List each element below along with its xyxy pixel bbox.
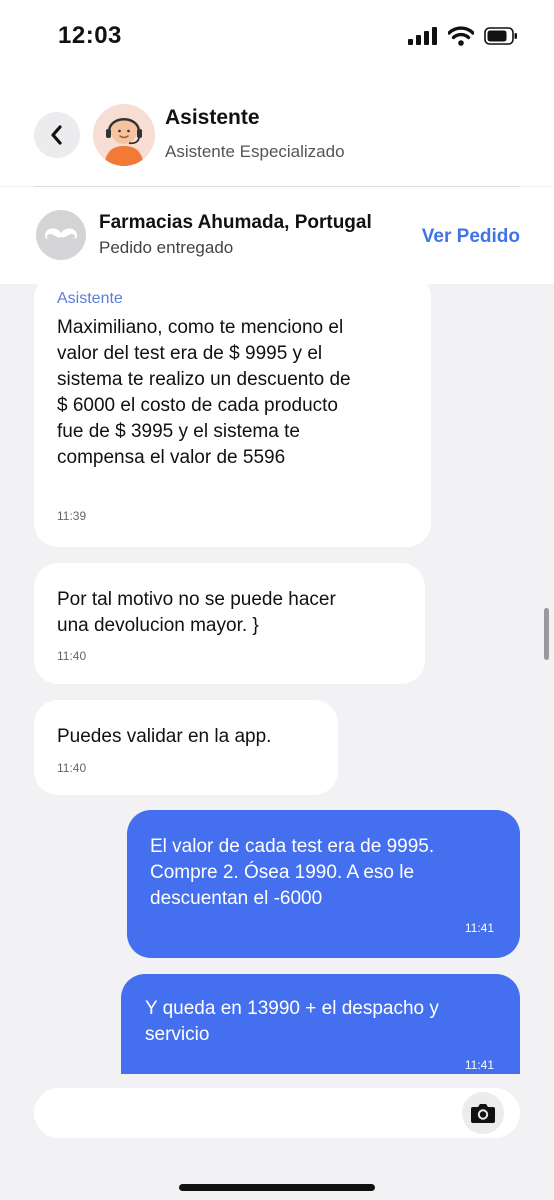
input-bar: [0, 1074, 554, 1200]
status-bar: 12:03: [0, 0, 554, 78]
camera-button[interactable]: [462, 1092, 504, 1134]
chat-header: Asistente Asistente Especializado: [0, 78, 554, 186]
cellular-signal-icon: [408, 27, 437, 45]
battery-icon: [484, 27, 517, 45]
store-logo: [36, 210, 86, 260]
order-status: Pedido entregado: [99, 238, 234, 257]
message-text: Por tal motivo no se puede hacer una dev…: [57, 589, 336, 636]
order-bar: Farmacias Ahumada, Portugal Pedido entre…: [0, 187, 554, 284]
camera-icon: [471, 1104, 495, 1123]
store-name: Farmacias Ahumada, Portugal: [99, 212, 372, 233]
message-sender: Asistente: [57, 290, 123, 307]
wifi-icon: [448, 26, 474, 46]
mustache-logo-icon: [44, 228, 78, 239]
message-time: 11:41: [464, 921, 494, 935]
chevron-left-icon: [51, 125, 62, 145]
message-bubble-outgoing: El valor de cada test era de 9995. Compr…: [127, 810, 520, 958]
message-text: El valor de cada test era de 9995. Compr…: [150, 836, 435, 909]
assistant-avatar: [93, 104, 155, 166]
message-bubble-incoming: Por tal motivo no se puede hacer una dev…: [34, 563, 425, 684]
status-icons: [408, 26, 518, 46]
message-bubble-outgoing: Y queda en 13990 + el despacho y servici…: [121, 974, 520, 1074]
message-input[interactable]: [34, 1088, 520, 1138]
message-time: 11:41: [464, 1058, 494, 1072]
scrollbar-thumb[interactable]: [544, 608, 549, 660]
message-time: 11:40: [57, 649, 87, 663]
message-text: Y queda en 13990 + el despacho y servici…: [145, 998, 439, 1045]
status-time: 12:03: [58, 22, 122, 49]
message-text: Maximiliano, como te menciono el valor d…: [57, 317, 351, 468]
home-indicator: [179, 1184, 375, 1191]
message-bubble-incoming: Asistente Maximiliano, como te menciono …: [34, 284, 431, 547]
assistant-avatar-icon: [104, 118, 144, 166]
message-text: Puedes validar en la app.: [57, 726, 272, 747]
header-subtitle: Asistente Especializado: [165, 142, 345, 161]
message-time: 11:40: [57, 761, 87, 775]
message-bubble-incoming: Puedes validar en la app. 11:40: [34, 700, 338, 795]
chat-messages[interactable]: Asistente Maximiliano, como te menciono …: [0, 284, 554, 1074]
header-title: Asistente: [165, 106, 260, 129]
message-time: 11:39: [57, 509, 87, 523]
view-order-link[interactable]: Ver Pedido: [422, 226, 520, 248]
back-button[interactable]: [34, 112, 80, 158]
